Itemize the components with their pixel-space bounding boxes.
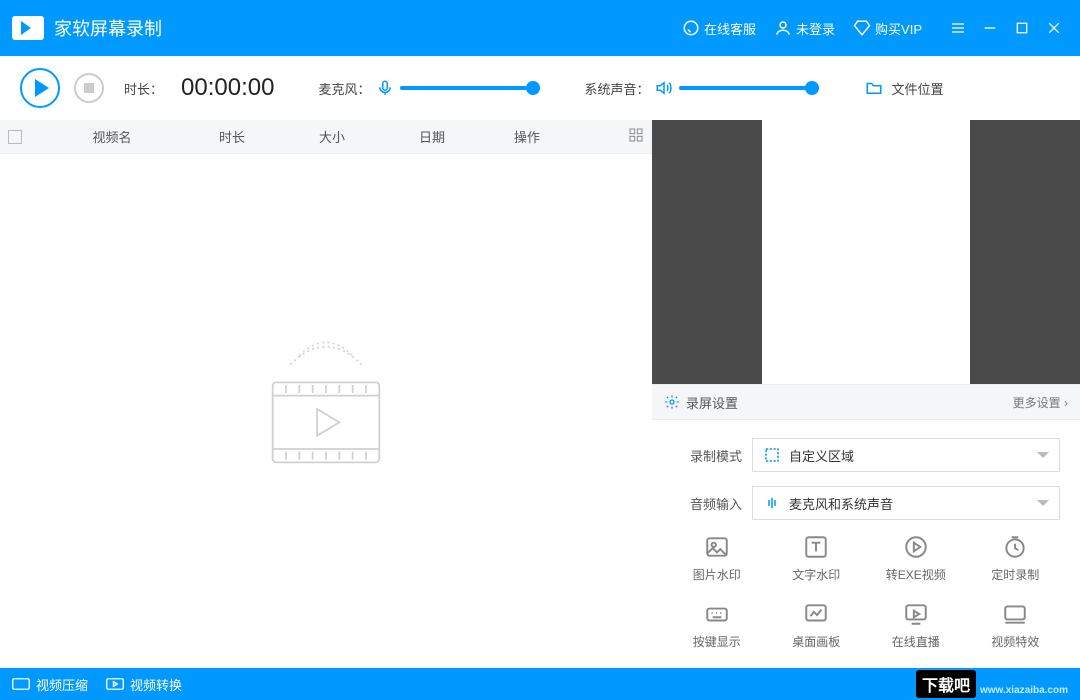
maximize-button[interactable] <box>1008 14 1036 42</box>
footer: 视频压缩 视频转换 下载吧 www.xiazaiba.com <box>0 668 1080 700</box>
monitor-play-icon <box>903 601 929 627</box>
speaker-icon[interactable] <box>655 79 673 97</box>
buy-vip-label: 购买VIP <box>875 19 922 38</box>
settings-body: 录制模式 自定义区域 音频输入 麦克风和系统声音 图片水印 文字水印 转EXE视 <box>652 420 1080 660</box>
col-duration: 时长 <box>182 127 282 146</box>
col-date: 日期 <box>382 127 482 146</box>
app-title: 家软屏幕录制 <box>54 15 162 41</box>
tool-grid: 图片水印 文字水印 转EXE视频 定时录制 按键显示 桌面画板 在线直播 视频特… <box>672 534 1060 650</box>
text-icon <box>803 534 829 560</box>
record-mode-row: 录制模式 自定义区域 <box>672 438 1060 472</box>
mic-volume-slider[interactable] <box>400 86 540 90</box>
keyboard-icon <box>704 601 730 627</box>
compress-icon <box>12 677 30 691</box>
system-audio-slider[interactable] <box>679 86 819 90</box>
titlebar: 家软屏幕录制 在线客服 未登录 购买VIP <box>0 0 1080 56</box>
col-actions: 操作 <box>482 127 572 146</box>
tool-scheduled-record[interactable]: 定时录制 <box>971 534 1061 583</box>
stop-icon <box>84 83 94 93</box>
main-area: 视频名 时长 大小 日期 操作 <box>0 120 1080 668</box>
online-support-label: 在线客服 <box>704 19 756 38</box>
audio-wave-icon <box>763 494 781 512</box>
video-list-empty <box>0 154 652 668</box>
audio-input-label: 音频输入 <box>672 494 752 513</box>
buy-vip-link[interactable]: 购买VIP <box>853 19 922 38</box>
audio-input-select[interactable]: 麦克风和系统声音 <box>752 486 1060 520</box>
close-button[interactable] <box>1040 14 1068 42</box>
login-link[interactable]: 未登录 <box>774 19 835 38</box>
convert-icon <box>106 677 124 691</box>
mic-label: 麦克风： <box>318 79 370 98</box>
diamond-icon <box>853 19 871 37</box>
duration-value: 00:00:00 <box>181 74 274 102</box>
footer-convert-link[interactable]: 视频转换 <box>106 675 182 694</box>
tool-text-watermark[interactable]: 文字水印 <box>772 534 862 583</box>
user-icon <box>774 19 792 37</box>
chevron-down-icon <box>1037 452 1049 458</box>
preview-area <box>652 120 1080 384</box>
tool-video-effects[interactable]: 视频特效 <box>971 601 1061 650</box>
tool-convert-exe[interactable]: 转EXE视频 <box>871 534 961 583</box>
online-support-link[interactable]: 在线客服 <box>682 19 756 38</box>
right-panel: 录屏设置 更多设置 › 录制模式 自定义区域 音频输入 麦克风和系统声音 <box>652 120 1080 668</box>
microphone-icon[interactable] <box>376 79 394 97</box>
mic-control: 麦克风： <box>318 79 540 98</box>
app-logo-icon <box>12 16 44 40</box>
minimize-button[interactable] <box>976 14 1004 42</box>
footer-convert-label: 视频转换 <box>130 675 182 694</box>
control-toolbar: 时长： 00:00:00 麦克风： 系统声音： 文件位置 <box>0 56 1080 120</box>
grid-view-button[interactable] <box>628 127 644 146</box>
footer-compress-link[interactable]: 视频压缩 <box>12 675 88 694</box>
col-name: 视频名 <box>42 127 182 146</box>
audio-input-value: 麦克风和系统声音 <box>789 494 893 513</box>
headset-icon <box>682 19 700 37</box>
tool-whiteboard[interactable]: 桌面画板 <box>772 601 862 650</box>
brand-name: 下载吧 <box>916 670 976 698</box>
tool-live-stream[interactable]: 在线直播 <box>871 601 961 650</box>
empty-state-icon <box>236 329 416 494</box>
duration-label: 时长： <box>124 79 163 98</box>
record-mode-select[interactable]: 自定义区域 <box>752 438 1060 472</box>
login-label: 未登录 <box>796 19 835 38</box>
brand-url: www.xiazaiba.com <box>980 685 1068 696</box>
gear-icon <box>664 394 680 410</box>
footer-compress-label: 视频压缩 <box>36 675 88 694</box>
region-icon <box>763 446 781 464</box>
settings-title: 录屏设置 <box>686 393 738 412</box>
select-all-checkbox[interactable] <box>8 130 22 144</box>
menu-button[interactable] <box>944 14 972 42</box>
preview-region <box>762 120 970 384</box>
col-size: 大小 <box>282 127 382 146</box>
chevron-down-icon <box>1037 500 1049 506</box>
footer-brand: 下载吧 www.xiazaiba.com <box>916 670 1068 698</box>
effects-icon <box>1002 601 1028 627</box>
list-header: 视频名 时长 大小 日期 操作 <box>0 120 652 154</box>
stop-button[interactable] <box>74 73 104 103</box>
tool-image-watermark[interactable]: 图片水印 <box>672 534 762 583</box>
settings-header: 录屏设置 更多设置 › <box>652 384 1080 420</box>
video-list-panel: 视频名 时长 大小 日期 操作 <box>0 120 652 668</box>
convert-icon <box>903 534 929 560</box>
clock-icon <box>1002 534 1028 560</box>
image-icon <box>704 534 730 560</box>
audio-input-row: 音频输入 麦克风和系统声音 <box>672 486 1060 520</box>
more-settings-link[interactable]: 更多设置 › <box>1013 394 1068 411</box>
tool-keystroke-display[interactable]: 按键显示 <box>672 601 762 650</box>
folder-icon <box>863 79 885 97</box>
draw-icon <box>803 601 829 627</box>
record-button[interactable] <box>20 68 60 108</box>
system-audio-control: 系统声音： <box>584 79 819 98</box>
record-mode-label: 录制模式 <box>672 446 752 465</box>
file-location-button[interactable]: 文件位置 <box>863 79 943 98</box>
record-mode-value: 自定义区域 <box>789 446 854 465</box>
play-icon <box>35 79 49 97</box>
file-location-label: 文件位置 <box>891 79 943 98</box>
system-audio-label: 系统声音： <box>584 79 649 98</box>
